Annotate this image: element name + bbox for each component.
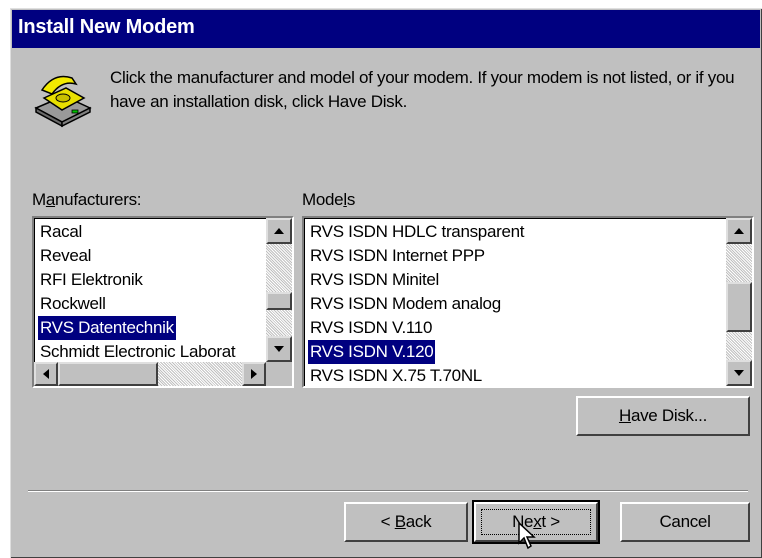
list-item-selected[interactable]: RVS ISDN V.120 <box>308 340 436 364</box>
scroll-right-arrow-icon <box>251 369 257 379</box>
scroll-right-button[interactable] <box>242 362 266 386</box>
list-item[interactable]: RVS ISDN V.110 <box>308 316 724 340</box>
title-bar[interactable]: Install New Modem <box>12 10 760 48</box>
scroll-thumb[interactable] <box>726 282 752 332</box>
list-item[interactable]: Rockwell <box>38 292 264 316</box>
scroll-down-button[interactable] <box>266 336 292 362</box>
scroll-down-arrow-icon <box>274 346 284 352</box>
scroll-up-arrow-icon <box>734 228 744 234</box>
models-listbox[interactable]: RVS ISDN HDLC transparent RVS ISDN Inter… <box>302 216 754 388</box>
mouse-cursor-icon <box>518 521 536 550</box>
separator-line <box>28 490 748 492</box>
instructions-text: Click the manufacturer and model of your… <box>110 68 735 111</box>
cancel-button[interactable]: Cancel <box>620 502 750 542</box>
list-item[interactable]: RVS ISDN X.75 T.70NL <box>308 364 724 386</box>
manufacturers-horizontal-scrollbar[interactable] <box>34 362 266 386</box>
scroll-left-button[interactable] <box>34 362 58 386</box>
scroll-thumb[interactable] <box>58 362 158 386</box>
models-vertical-scrollbar[interactable] <box>726 218 752 386</box>
scroll-down-arrow-icon <box>734 370 744 376</box>
list-item[interactable]: Reveal <box>38 244 264 268</box>
manufacturers-listbox[interactable]: Racal Reveal RFI Elektronik Rockwell RVS… <box>32 216 294 388</box>
scroll-thumb[interactable] <box>266 292 292 310</box>
list-item[interactable]: RVS ISDN Modem analog <box>308 292 724 316</box>
modem-phone-icon <box>32 68 94 128</box>
manufacturers-vertical-scrollbar[interactable] <box>266 218 292 362</box>
list-item[interactable]: RVS ISDN Internet PPP <box>308 244 724 268</box>
list-item[interactable]: Racal <box>38 220 264 244</box>
scrollbar-corner <box>266 362 292 386</box>
models-label: Models <box>302 190 356 209</box>
have-disk-button[interactable]: Have Disk... <box>576 396 750 436</box>
list-item[interactable]: RVS ISDN HDLC transparent <box>308 220 724 244</box>
scroll-up-button[interactable] <box>726 218 752 244</box>
list-item[interactable]: RVS ISDN Minitel <box>308 268 724 292</box>
list-item-selected[interactable]: RVS Datentechnik <box>38 316 176 340</box>
manufacturers-label: Manufacturers: <box>32 190 142 209</box>
scroll-up-arrow-icon <box>274 228 284 234</box>
scroll-left-arrow-icon <box>43 369 49 379</box>
scroll-down-button[interactable] <box>726 360 752 386</box>
list-item[interactable]: RFI Elektronik <box>38 268 264 292</box>
dialog-title: Install New Modem <box>18 16 195 38</box>
back-button[interactable]: < Back <box>344 502 468 542</box>
next-button[interactable]: Next > <box>472 500 600 544</box>
scroll-up-button[interactable] <box>266 218 292 244</box>
list-item[interactable]: Schmidt Electronic Laborat <box>38 340 264 364</box>
install-new-modem-dialog: Install New Modem Click the manufacturer… <box>10 8 762 558</box>
